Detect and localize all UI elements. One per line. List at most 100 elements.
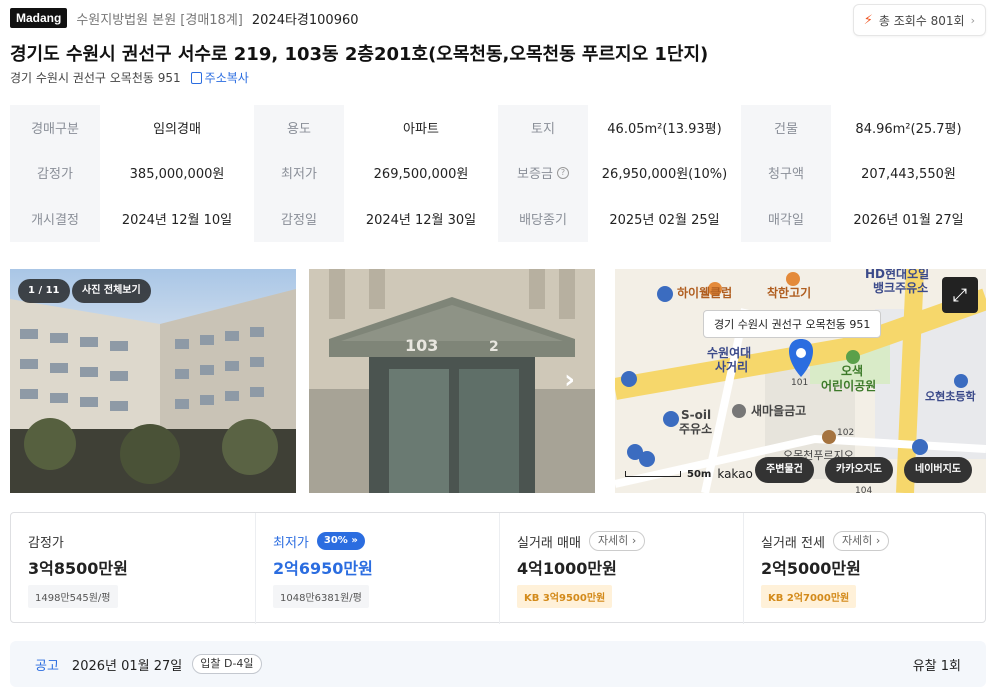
kakao-logo: kakao: [717, 467, 753, 481]
info-label: 매각일: [741, 195, 831, 242]
map-label: HD현대오일: [865, 269, 929, 281]
discount-badge[interactable]: 30% »: [316, 532, 365, 550]
location-map[interactable]: HD현대오일 뱅크주유소 착한고기 하이웰클럽 수원여대 사거리 오색 어린이공…: [615, 269, 986, 493]
dday-badge: 입찰 D-4일: [192, 654, 262, 674]
court-name: 수원지방법원 본원 [경매18계]: [76, 12, 243, 28]
price-per-pyeong: 1048만6381원/평: [273, 585, 369, 608]
info-value: 46.05m²(13.93평): [588, 105, 741, 150]
scale-bar: [625, 471, 681, 477]
chevron-right-icon: ›: [875, 534, 881, 547]
info-value: 84.96m²(25.7평): [831, 105, 986, 150]
sale-price-summary: 실거래 매매 자세히 › 4억1000만원 KB 3억9500만원: [499, 513, 743, 624]
price-per-pyeong: 1498만545원/평: [28, 585, 118, 608]
auction-result: 유찰 1회: [912, 658, 961, 674]
nearby-properties-button[interactable]: 주변물건: [755, 457, 814, 483]
building-entrance-image: 103 2: [309, 269, 595, 493]
summary-label: 감정가: [28, 535, 64, 551]
info-label: 개시결정: [10, 195, 100, 242]
kakao-map-button[interactable]: 카카오지도: [825, 457, 893, 483]
next-photo-arrow[interactable]: ›: [564, 365, 575, 395]
map-label: 뱅크주유소: [873, 280, 928, 295]
summary-header: 실거래 전세 자세히 ›: [761, 531, 987, 551]
info-label: 경매구분: [10, 105, 100, 150]
copy-address-button[interactable]: 주소복사: [190, 69, 249, 86]
expand-icon[interactable]: ⤢: [942, 277, 978, 313]
case-number: 2024타경100960: [251, 12, 359, 28]
summary-amount: 4억1000만원: [517, 559, 617, 578]
court-division: [경매18계]: [180, 12, 243, 28]
info-value: 2026년 01월 27일: [831, 195, 986, 242]
view-all-photos-button[interactable]: 사진 전체보기: [72, 279, 151, 303]
map-label: 어린이공원: [821, 378, 876, 393]
map-address-tooltip: 경기 수원시 권선구 오목천동 951: [703, 310, 882, 338]
summary-amount: 3억8500만원: [28, 559, 128, 578]
view-count: 총 조회수 801회: [878, 13, 965, 28]
summary-label: 실거래 매매: [517, 535, 581, 551]
kb-price-badge: KB 2억7000만원: [761, 585, 857, 608]
info-value: 2024년 12월 30일: [344, 195, 498, 242]
kb-price-badge: KB 3억9500만원: [517, 585, 613, 608]
map-label: 새마을금고: [751, 403, 806, 418]
info-value: 26,950,000원(10%): [588, 150, 741, 195]
map-label: 착한고기: [767, 285, 811, 300]
auction-info-table: 경매구분 임의경매 용도 아파트 토지 46.05m²(13.93평) 건물 8…: [10, 105, 986, 242]
property-photo-entrance[interactable]: 103 2 ›: [309, 269, 595, 493]
scale-label: 50m: [687, 468, 712, 480]
madang-logo[interactable]: Madang: [10, 8, 68, 28]
bolt-icon: ⚡: [863, 12, 873, 28]
notice-date: 2026년 01월 27일: [71, 658, 183, 674]
info-label: 감정가: [10, 150, 100, 195]
summary-amount: 2억5000만원: [761, 559, 861, 578]
info-label: 감정일: [254, 195, 344, 242]
map-label: 오현초등학: [925, 389, 976, 403]
info-value: 2024년 12월 10일: [100, 195, 254, 242]
info-label: 청구액: [741, 150, 831, 195]
map-label: 오색: [841, 363, 863, 378]
help-icon[interactable]: ?: [556, 166, 569, 179]
summary-amount: 2억6950만원: [273, 559, 373, 578]
map-label: 수원여대: [707, 345, 751, 360]
info-value: 임의경매: [100, 105, 254, 150]
price-summary: 감정가 3억8500만원 1498만545원/평 최저가 30% » 2억695…: [10, 512, 987, 624]
info-value: 269,500,000원: [344, 150, 498, 195]
page-title: 경기도 수원시 권선구 서수로 219, 103동 2층201호(오목천동,오목…: [10, 44, 709, 65]
notice-label: 공고: [35, 658, 59, 674]
summary-header: 실거래 매매 자세히 ›: [517, 531, 743, 551]
chevron-right-icon: ›: [631, 534, 637, 547]
property-photo-exterior[interactable]: 1 / 11 사진 전체보기: [10, 269, 296, 493]
info-value: 385,000,000원: [100, 150, 254, 195]
info-label: 토지: [498, 105, 588, 150]
lot-address: 경기 수원시 권선구 오목천동 951: [10, 71, 181, 85]
naver-map-button[interactable]: 네이버지도: [904, 457, 972, 483]
copy-address-label: 주소복사: [204, 71, 249, 85]
notice-bar: 공고 2026년 01월 27일 입찰 D-4일 유찰 1회: [10, 641, 986, 687]
appraisal-summary: 감정가 3억8500만원 1498만545원/평: [11, 513, 255, 624]
map-label: 102: [837, 428, 854, 438]
info-value: 아파트: [344, 105, 498, 150]
svg-text:103: 103: [405, 336, 438, 355]
lease-detail-button[interactable]: 자세히 ›: [832, 531, 890, 551]
summary-header: 최저가 30% »: [273, 532, 499, 551]
double-chevron-down-icon: »: [351, 535, 358, 546]
info-label: 건물: [741, 105, 831, 150]
info-label: 최저가: [254, 150, 344, 195]
map-label: S-oil: [681, 408, 711, 422]
info-label: 용도: [254, 105, 344, 150]
info-label: 배당종기: [498, 195, 588, 242]
summary-label: 최저가: [273, 535, 309, 551]
svg-text:2: 2: [489, 339, 499, 355]
view-count-button[interactable]: ⚡ 총 조회수 801회 ›: [852, 4, 986, 36]
map-label: 104: [855, 486, 872, 493]
chevron-right-icon: ›: [970, 13, 975, 27]
map-label: 하이웰클럽: [677, 285, 732, 300]
header: Madang 수원지방법원 본원 [경매18계] 2024타경100960 ⚡ …: [10, 4, 986, 36]
sale-detail-button[interactable]: 자세히 ›: [588, 531, 646, 551]
lot-address-row: 경기 수원시 권선구 오목천동 951 주소복사: [10, 69, 249, 86]
minimum-price-summary: 최저가 30% » 2억6950만원 1048만6381원/평: [255, 513, 499, 624]
map-label: 101: [791, 378, 808, 388]
map-scale: 50m kakao: [625, 467, 753, 481]
copy-icon: [190, 71, 202, 84]
info-label: 보증금: [517, 167, 553, 182]
map-label: 사거리: [715, 359, 748, 374]
info-value: 2025년 02월 25일: [588, 195, 741, 242]
